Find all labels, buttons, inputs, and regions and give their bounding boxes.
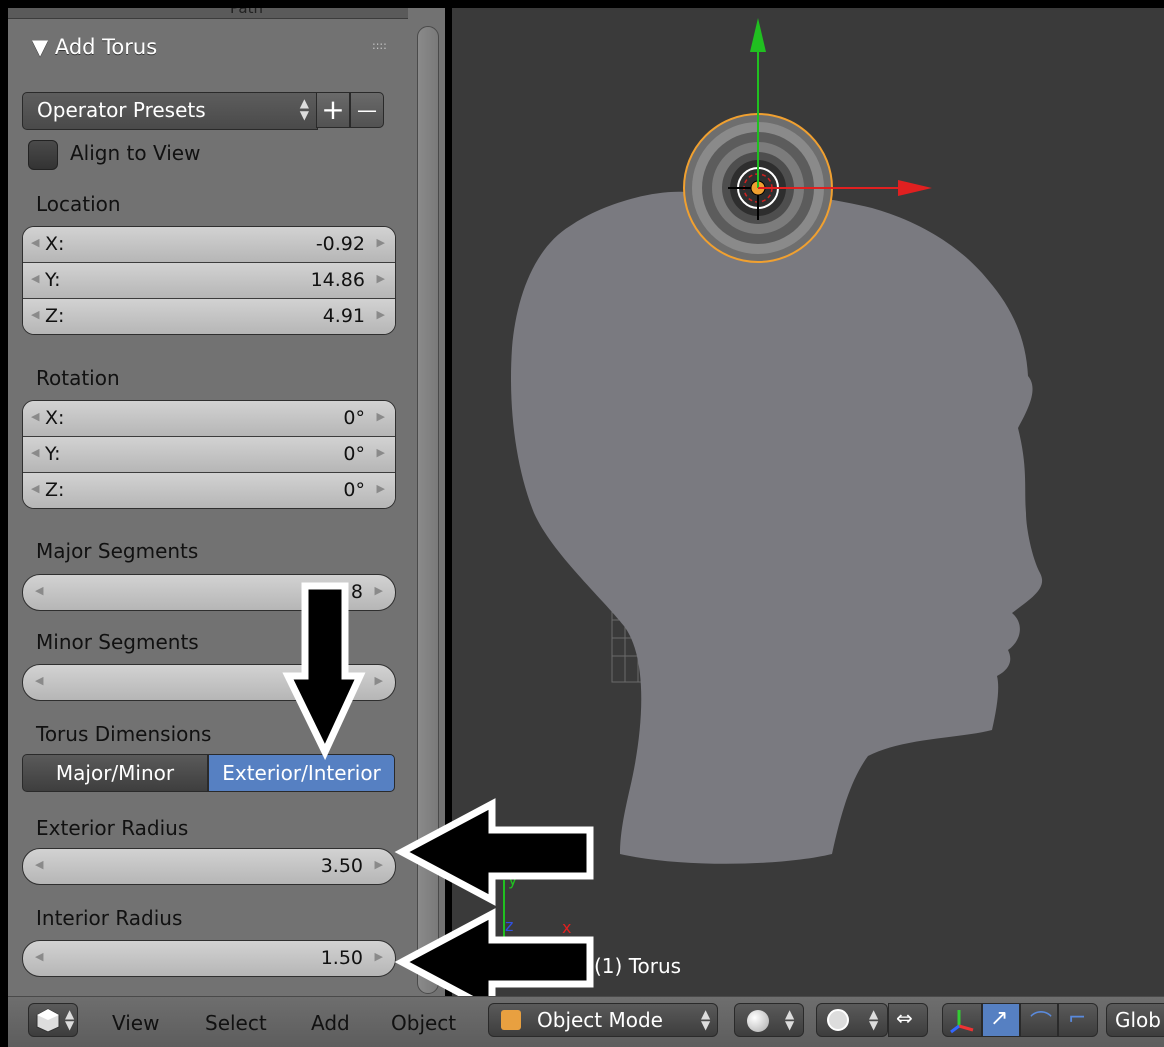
cube-icon [36,1008,60,1033]
manipulator-axes-icon [950,1010,974,1034]
sphere-shading-icon [747,1010,769,1032]
menu-add[interactable]: Add [311,1011,350,1035]
updown-arrows-icon: ▲ ▼ [701,1007,711,1032]
left-arrow-icon [394,798,594,906]
viewport-header-bar: ▲ ▼ View Select Add Object Object Mode ▲ ▼… [8,996,1164,1047]
rotate-icon: ⌒ [1030,1011,1053,1036]
translate-icon: ↗ [990,1006,1009,1031]
menu-view[interactable]: View [112,1011,159,1035]
translate-manipulator-button[interactable]: ↗ [982,1003,1020,1037]
scale-manipulator-button[interactable]: ⌐ [1058,1003,1098,1037]
object-mode-icon [501,1010,521,1030]
annotation-overlay [282,582,594,1016]
menu-object[interactable]: Object [391,1011,456,1035]
pivot-icon [827,1009,849,1031]
transform-orientation-dropdown[interactable]: Glob [1106,1003,1164,1037]
mode-dropdown[interactable]: Object Mode ▲ ▼ [488,1003,718,1037]
editor-type-button[interactable]: ▲ ▼ [28,1003,78,1037]
snap-icon: ⇔ [896,1006,913,1030]
window-frame: y z x (1) Torus Path ▼ Add Torus :::: Op… [0,0,1164,1047]
orientation-label: Glob [1115,1008,1161,1032]
updown-arrows-icon: ▲ ▼ [869,1007,879,1032]
updown-arrows-icon: ▲ ▼ [785,1007,795,1032]
rotate-manipulator-button[interactable]: ⌒ [1020,1003,1058,1037]
manipulator-toggle[interactable] [942,1003,982,1037]
viewport-shading-dropdown[interactable]: ▲ ▼ [734,1003,804,1037]
down-arrow-icon [282,582,366,761]
mode-label: Object Mode [537,1008,663,1032]
menu-select[interactable]: Select [205,1011,267,1035]
updown-arrows-icon: ▲ ▼ [65,1007,75,1032]
scale-icon: ⌐ [1068,1006,1087,1031]
snap-button[interactable]: ⇔ [888,1003,928,1037]
pivot-point-dropdown[interactable]: ▲ ▼ [816,1003,888,1037]
